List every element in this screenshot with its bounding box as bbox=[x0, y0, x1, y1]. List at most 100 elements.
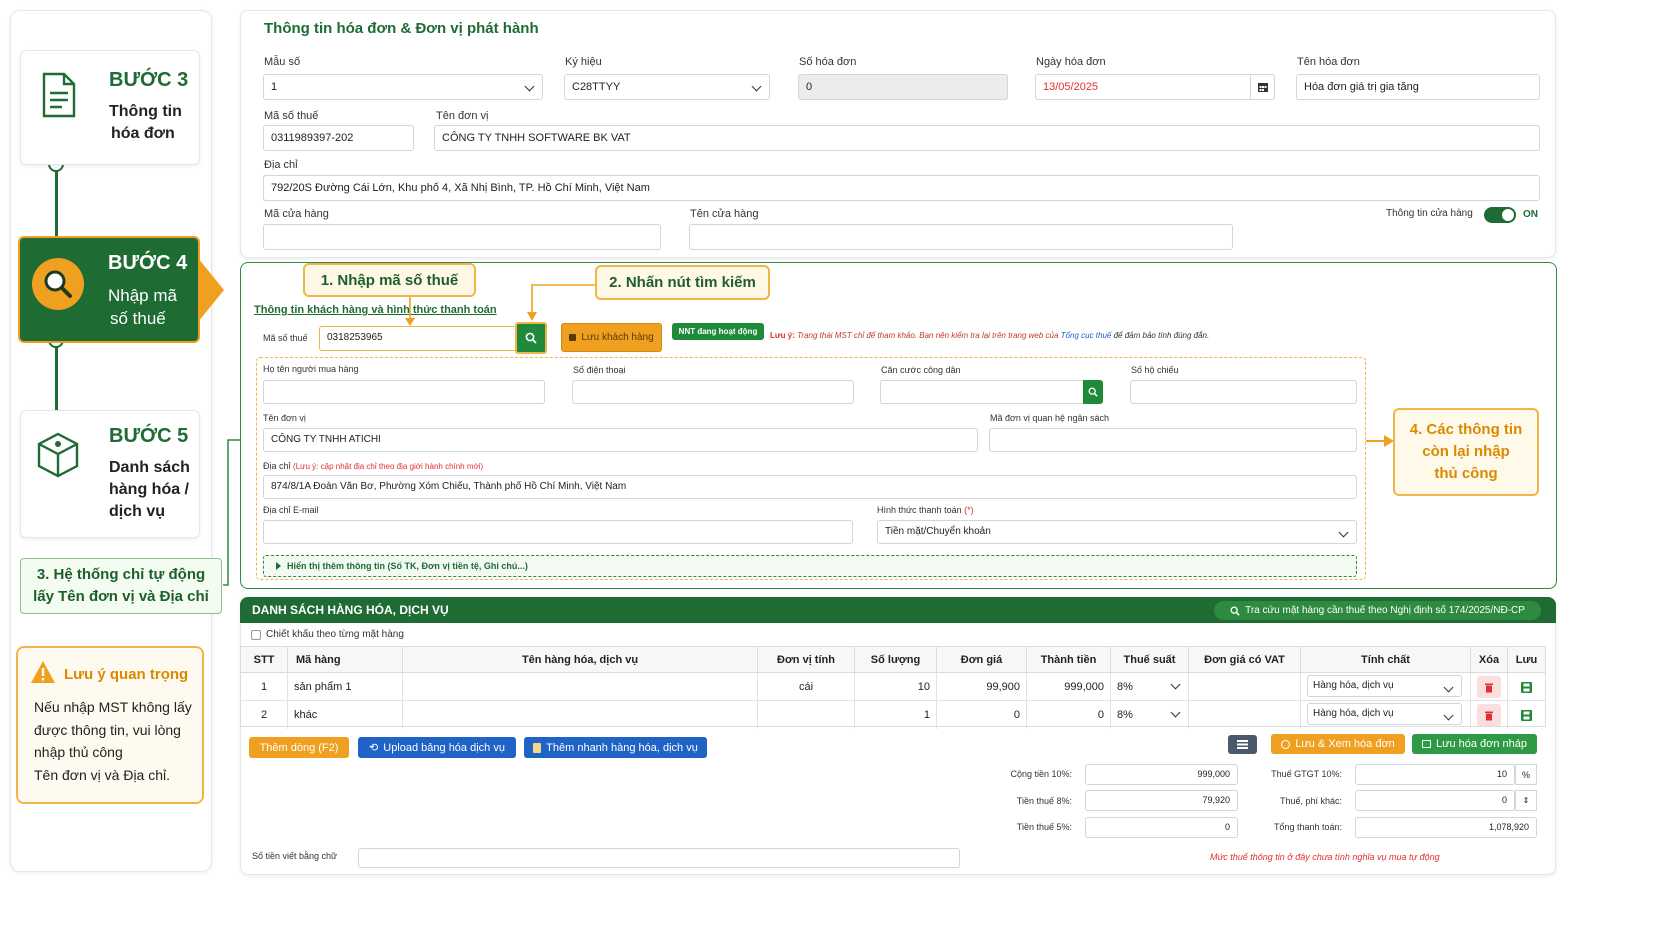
quick-add-button[interactable]: Thêm nhanh hàng hóa, dịch vụ bbox=[524, 737, 707, 758]
vat-field[interactable]: 10 bbox=[1355, 764, 1515, 785]
cccd-field[interactable] bbox=[880, 380, 1103, 404]
ky-hieu-select[interactable]: C28TTYY bbox=[564, 74, 770, 100]
col-price: Đơn giá bbox=[937, 647, 1027, 673]
save-icon[interactable] bbox=[1521, 681, 1532, 693]
discount-label: Chiết khấu theo từng mặt hàng bbox=[266, 629, 404, 640]
tax5-field: 0 bbox=[1085, 817, 1238, 838]
cell-unit[interactable]: cái bbox=[758, 673, 855, 701]
email-label: Địa chỉ E-mail bbox=[263, 505, 319, 515]
tax8-field: 79,920 bbox=[1085, 790, 1238, 811]
callout-auto-fetch: 3. Hệ thống chỉ tự động lấy Tên đơn vị và… bbox=[20, 558, 222, 614]
cell-qty[interactable]: 1 bbox=[855, 701, 937, 729]
ten-hd-field[interactable]: Hóa đơn giá trị gia tăng bbox=[1296, 74, 1540, 100]
other-fee-field[interactable]: 0 bbox=[1355, 790, 1515, 811]
cell-delete bbox=[1471, 701, 1508, 729]
cell-code[interactable]: khác bbox=[288, 701, 403, 729]
fee-stepper-icon[interactable]: ⇕ bbox=[1515, 790, 1537, 811]
vat-unit: % bbox=[1515, 764, 1537, 785]
upload-icon: ⟲ bbox=[369, 742, 379, 754]
seller-mst-field[interactable]: 0311989397-202 bbox=[263, 125, 414, 151]
tax-lookup-button[interactable]: Tra cứu mặt hàng cần thuế theo Nghị định… bbox=[1214, 601, 1541, 620]
note-text: Nếu nhập MST không lấy được thông tin, vu… bbox=[34, 699, 192, 783]
step-5-label: Danh sách hàng hóa / dịch vụ bbox=[109, 459, 190, 520]
seller-name-field[interactable]: CÔNG TY TNHH SOFTWARE BK VAT bbox=[434, 125, 1540, 151]
cell-qty[interactable]: 10 bbox=[855, 673, 937, 701]
upload-goods-button[interactable]: ⟲ Upload bảng hóa dịch vụ bbox=[358, 737, 516, 758]
search-icon bbox=[32, 258, 84, 310]
cell-unit[interactable] bbox=[758, 701, 855, 729]
cell-name[interactable] bbox=[403, 673, 758, 701]
store-code-field[interactable] bbox=[263, 224, 661, 250]
delete-button[interactable] bbox=[1477, 704, 1501, 726]
more-info-toggle[interactable]: Hiển thị thêm thông tin (Số TK, Đơn vị t… bbox=[263, 555, 1357, 577]
important-note: Lưu ý quan trọng Nếu nhập MST không lấy đ… bbox=[16, 646, 204, 804]
passport-field[interactable] bbox=[1130, 380, 1357, 404]
trash-icon bbox=[1485, 711, 1493, 720]
step-5-title: BƯỚC 5 bbox=[109, 425, 189, 447]
search-icon bbox=[525, 332, 537, 344]
cell-price[interactable]: 0 bbox=[937, 701, 1027, 729]
step-5-card[interactable]: BƯỚC 5 Danh sách hàng hóa / dịch vụ bbox=[20, 410, 200, 538]
cccd-search-button[interactable] bbox=[1083, 380, 1103, 404]
seller-name-label: Tên đơn vị bbox=[436, 110, 489, 122]
total-field: 1,078,920 bbox=[1355, 817, 1537, 838]
cell-amount: 999,000 bbox=[1027, 673, 1111, 701]
status-badge: NNT đang hoạt động bbox=[672, 323, 764, 340]
calendar-icon[interactable] bbox=[1250, 74, 1275, 100]
buyer-address-label: Địa chỉ (Lưu ý: cập nhật địa chỉ theo đị… bbox=[263, 461, 484, 471]
email-field[interactable] bbox=[263, 520, 853, 544]
subtotal-field: 999,000 bbox=[1085, 764, 1238, 785]
callout-4-arrow bbox=[1366, 435, 1394, 447]
note-title: Lưu ý quan trọng bbox=[64, 666, 189, 683]
cell-stt: 1 bbox=[241, 673, 288, 701]
add-row-button[interactable]: Thêm dòng (F2) bbox=[249, 737, 349, 758]
subtotal-label: Cộng tiền 10%: bbox=[1010, 769, 1072, 779]
document-icon bbox=[42, 72, 76, 118]
ngay-hd-field[interactable]: 13/05/2025 bbox=[1035, 74, 1275, 100]
store-name-label: Tên cửa hàng bbox=[690, 208, 759, 220]
step-connector bbox=[55, 164, 58, 238]
cell-tax-rate-select[interactable]: 8% bbox=[1111, 673, 1189, 701]
cccd-label: Căn cước công dân bbox=[881, 365, 961, 375]
cell-tax-rate-select[interactable]: 8% bbox=[1111, 701, 1189, 729]
cell-code[interactable]: sản phẩm 1 bbox=[288, 673, 403, 701]
col-unit: Đơn vị tính bbox=[758, 647, 855, 673]
callout-arrows bbox=[405, 284, 595, 326]
buyer-unit-field[interactable]: CÔNG TY TNHH ATICHI bbox=[263, 428, 978, 452]
clipboard-icon bbox=[533, 742, 542, 753]
list-view-button[interactable] bbox=[1228, 735, 1257, 754]
cell-name[interactable] bbox=[403, 701, 758, 729]
total-label: Tổng thanh toán: bbox=[1273, 822, 1342, 832]
mau-so-select[interactable]: 1 bbox=[263, 74, 543, 100]
save-icon[interactable] bbox=[1521, 709, 1532, 721]
save-draft-button[interactable]: Lưu hóa đơn nháp bbox=[1412, 734, 1537, 754]
phone-field[interactable] bbox=[572, 380, 854, 404]
trash-icon bbox=[1485, 683, 1493, 692]
step-connector bbox=[55, 340, 58, 412]
nature-select[interactable]: Hàng hóa, dịch vụ bbox=[1307, 675, 1462, 697]
cell-delete bbox=[1471, 673, 1508, 701]
step-4-card[interactable]: BƯỚC 4 Nhập mã số thuế bbox=[18, 236, 200, 343]
circle-icon bbox=[1281, 739, 1291, 749]
save-view-button[interactable]: Lưu & Xem hóa đơn bbox=[1271, 734, 1405, 754]
cell-nature: Hàng hóa, dịch vụ bbox=[1301, 701, 1471, 729]
store-info-toggle[interactable] bbox=[1484, 207, 1516, 223]
cell-price-vat[interactable] bbox=[1189, 673, 1301, 701]
buyer-address-field[interactable]: 874/8/1A Đoàn Văn Bơ, Phường Xóm Chiếu, … bbox=[263, 475, 1357, 499]
table-row: 2 khác 1 0 0 8% Hàng hóa, dịch vụ bbox=[241, 701, 1545, 729]
step-3-card[interactable]: BƯỚC 3 Thông tin hóa đơn bbox=[20, 50, 200, 165]
nature-select[interactable]: Hàng hóa, dịch vụ bbox=[1307, 703, 1462, 725]
list-icon bbox=[1237, 740, 1248, 749]
budget-code-field[interactable] bbox=[989, 428, 1357, 452]
other-fee-label: Thuế, phí khác: bbox=[1279, 796, 1342, 806]
cell-nature: Hàng hóa, dịch vụ bbox=[1301, 673, 1471, 701]
delete-button[interactable] bbox=[1477, 676, 1501, 698]
payment-select[interactable]: Tiền mặt/Chuyển khoản bbox=[877, 520, 1357, 544]
goods-table: STT Mã hàng Tên hàng hóa, dịch vụ Đơn vị… bbox=[240, 646, 1546, 729]
cell-price-vat[interactable] bbox=[1189, 701, 1301, 729]
cell-price[interactable]: 99,900 bbox=[937, 673, 1027, 701]
store-name-field[interactable] bbox=[689, 224, 1233, 250]
buyer-name-field[interactable] bbox=[263, 380, 545, 404]
discount-checkbox[interactable] bbox=[251, 630, 261, 640]
seller-address-field[interactable]: 792/20S Đường Cái Lớn, Khu phố 4, Xã Nhị… bbox=[263, 175, 1540, 201]
